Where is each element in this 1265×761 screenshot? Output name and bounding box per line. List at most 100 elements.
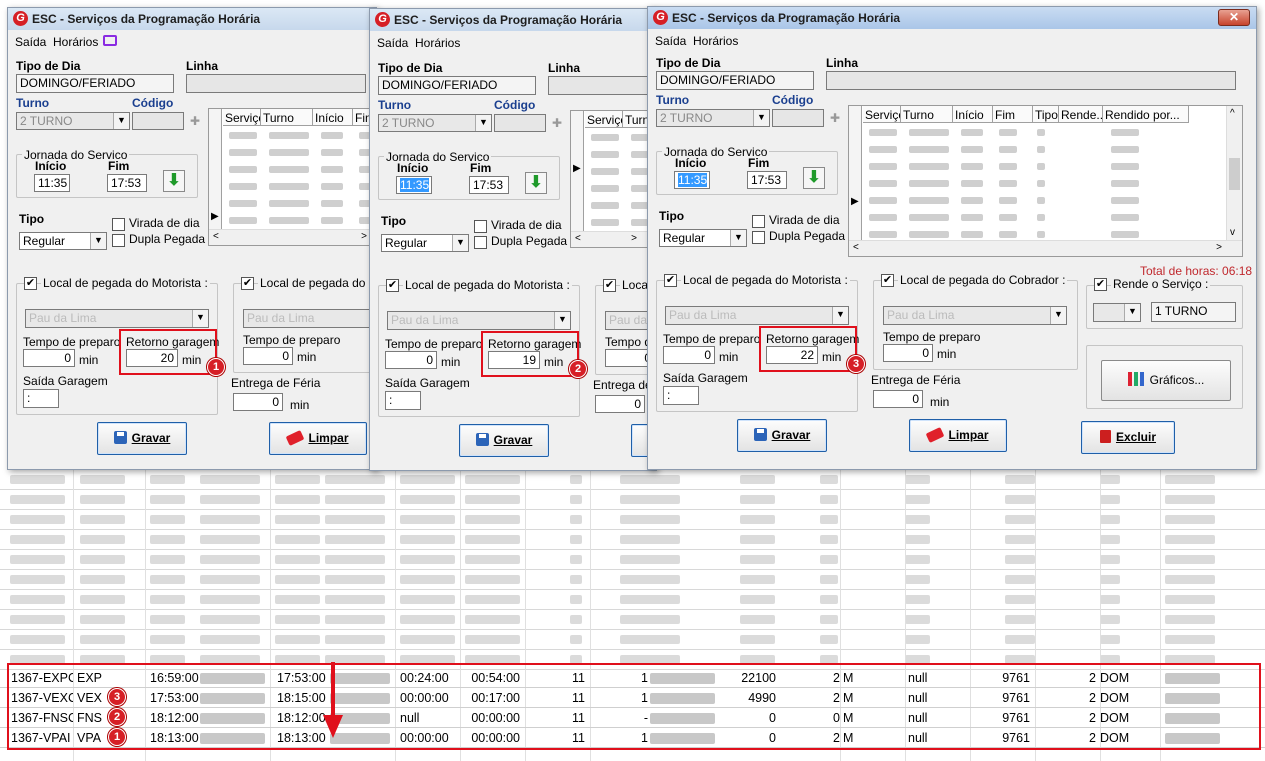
entrega-ferias-field[interactable]: 0 [233, 393, 283, 411]
menu-saida[interactable]: Saída [377, 36, 408, 50]
saida-garagem-field[interactable]: : [23, 389, 59, 408]
fim-field[interactable]: 17:53 [107, 174, 147, 192]
tipo-dia-field[interactable]: DOMINGO/FERIADO [378, 76, 536, 95]
turno-dropdown[interactable]: 2 TURNO ▼ [378, 114, 492, 132]
grid-header-4[interactable]: Tipo [1033, 106, 1059, 123]
fim-field[interactable]: 17:53 [469, 176, 509, 194]
fim-field[interactable]: 17:53 [747, 171, 787, 189]
scroll-down-icon[interactable]: v [1230, 227, 1235, 238]
vertical-scrollbar[interactable]: ^ v [1226, 106, 1242, 240]
scroll-left-icon[interactable]: < [213, 231, 219, 242]
limpar-button[interactable]: Limpar [909, 419, 1007, 452]
grid-header-2[interactable]: Início [953, 106, 993, 123]
close-button[interactable]: ✕ [1218, 9, 1250, 26]
horizontal-scrollbar[interactable]: < > [571, 231, 657, 247]
grid-header-0[interactable]: Serviço [863, 106, 901, 123]
grid-header-0[interactable]: Serviço [585, 111, 623, 128]
apply-down-arrow-button[interactable]: ⬇ [163, 170, 185, 192]
scroll-right-icon[interactable]: > [361, 231, 367, 242]
plus-icon[interactable]: ✚ [830, 111, 840, 125]
motorista-checkbox[interactable]: ✔ [664, 274, 677, 287]
scroll-thumb[interactable] [1229, 158, 1240, 190]
apply-down-arrow-button[interactable]: ⬇ [525, 172, 547, 194]
menu-horarios[interactable]: Horários [53, 35, 98, 49]
horizontal-scrollbar[interactable]: < > [849, 240, 1242, 256]
gravar-button[interactable]: Gravar [97, 422, 187, 455]
motorista-checkbox[interactable]: ✔ [24, 277, 37, 290]
tempo-preparo-field[interactable]: 0 [385, 351, 437, 369]
grid-header-6[interactable]: Rendido por... [1103, 106, 1189, 123]
dupla-checkbox[interactable] [474, 236, 487, 249]
apply-down-arrow-button[interactable]: ⬇ [803, 167, 825, 189]
virada-checkbox[interactable] [474, 220, 487, 233]
entrega-ferias-field[interactable]: 0 [595, 395, 645, 413]
motorista-location-dropdown[interactable]: Pau da Lima ▼ [387, 311, 571, 330]
excluir-button[interactable]: Excluir [1081, 421, 1175, 454]
services-grid[interactable]: ServiçoTurnoInícioFimTipoRende...Rendido… [848, 105, 1243, 257]
tempo-preparo-field[interactable]: 0 [23, 349, 75, 367]
linha-field[interactable] [548, 76, 658, 95]
scroll-left-icon[interactable]: < [575, 233, 581, 244]
virada-checkbox[interactable] [752, 215, 765, 228]
tipo-dia-field[interactable]: DOMINGO/FERIADO [16, 74, 174, 93]
inicio-field[interactable]: 11:35 [34, 174, 70, 192]
rende-servico-dropdown[interactable]: ▼ [1093, 303, 1141, 322]
services-grid[interactable]: ServiçoTurnoInícioFimTipoRende...Rendido… [208, 108, 388, 246]
tipo-dropdown[interactable]: Regular ▼ [19, 232, 107, 250]
linha-field[interactable] [186, 74, 366, 93]
gravar-button[interactable]: Gravar [737, 419, 827, 452]
grid-header-0[interactable]: Serviço [223, 109, 261, 126]
grid-header-2[interactable]: Início [313, 109, 353, 126]
entrega-ferias-field[interactable]: 0 [873, 390, 923, 408]
tempo-preparo-field[interactable]: 0 [663, 346, 715, 364]
scroll-right-icon[interactable]: > [1216, 242, 1222, 253]
tempo-preparo-cobrador-field[interactable]: 0 [243, 347, 293, 365]
plus-icon[interactable]: ✚ [552, 116, 562, 130]
cobrador-location-dropdown[interactable]: Pau da Lima▼ [883, 306, 1067, 325]
menu-saida[interactable]: Saída [655, 34, 686, 48]
tipo-dia-field[interactable]: DOMINGO/FERIADO [656, 71, 814, 90]
services-grid[interactable]: ServiçoTurnoInícioFimTipoRende...Rendido… [570, 110, 658, 248]
dupla-checkbox[interactable] [752, 231, 765, 244]
tipo-dropdown[interactable]: Regular ▼ [381, 234, 469, 252]
cobrador-checkbox[interactable]: ✔ [881, 274, 894, 287]
grid-header-1[interactable]: Turno [901, 106, 953, 123]
motorista-checkbox[interactable]: ✔ [386, 279, 399, 292]
codigo-field[interactable] [132, 112, 184, 130]
inicio-field[interactable]: 11:35 [674, 171, 710, 189]
grid-header-3[interactable]: Fim [993, 106, 1033, 123]
horizontal-scrollbar[interactable]: < > [209, 229, 387, 245]
scroll-left-icon[interactable]: < [853, 242, 859, 253]
codigo-field[interactable] [772, 109, 824, 127]
turno-dropdown[interactable]: 2 TURNO ▼ [656, 109, 770, 127]
rende-turno-field[interactable]: 1 TURNO [1151, 302, 1236, 322]
turno-dropdown[interactable]: 2 TURNO ▼ [16, 112, 130, 130]
monitor-icon[interactable] [103, 35, 117, 46]
motorista-location-dropdown[interactable]: Pau da Lima ▼ [25, 309, 209, 328]
linha-field[interactable] [826, 71, 1236, 90]
blurred-cell [150, 495, 185, 504]
cobrador-checkbox[interactable]: ✔ [603, 279, 616, 292]
menu-horarios[interactable]: Horários [693, 34, 738, 48]
limpar-button[interactable]: Limpar [269, 422, 367, 455]
inicio-field[interactable]: 11:35 [396, 176, 432, 194]
motorista-location-dropdown[interactable]: Pau da Lima ▼ [665, 306, 849, 325]
tipo-dropdown[interactable]: Regular ▼ [659, 229, 747, 247]
cobrador-checkbox[interactable]: ✔ [241, 277, 254, 290]
saida-garagem-field[interactable]: : [663, 386, 699, 405]
menu-horarios[interactable]: Horários [415, 36, 460, 50]
tempo-preparo-cobrador-field[interactable]: 0 [883, 344, 933, 362]
plus-icon[interactable]: ✚ [190, 114, 200, 128]
saida-garagem-field[interactable]: : [385, 391, 421, 410]
scroll-right-icon[interactable]: > [631, 233, 637, 244]
grid-header-1[interactable]: Turno [261, 109, 313, 126]
gravar-button[interactable]: Gravar [459, 424, 549, 457]
scroll-up-icon[interactable]: ^ [1230, 108, 1235, 119]
virada-checkbox[interactable] [112, 218, 125, 231]
codigo-field[interactable] [494, 114, 546, 132]
rende-servico-checkbox[interactable]: ✔ [1094, 278, 1107, 291]
graficos-button[interactable]: Gráficos... [1101, 360, 1231, 401]
grid-header-5[interactable]: Rende... [1059, 106, 1103, 123]
dupla-checkbox[interactable] [112, 234, 125, 247]
menu-saida[interactable]: Saída [15, 35, 46, 49]
